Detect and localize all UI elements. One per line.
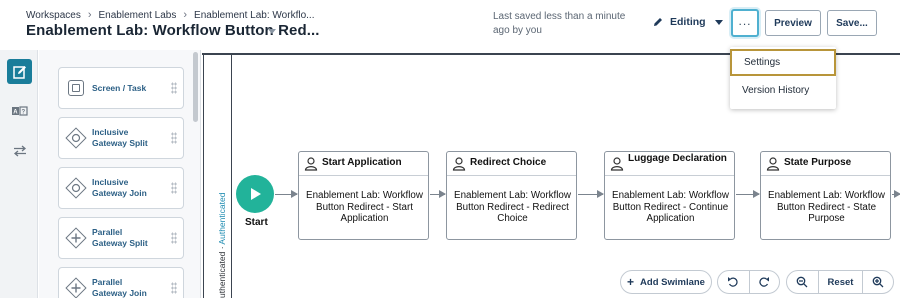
- user-task-icon: [766, 157, 780, 171]
- task-title: State Purpose: [784, 157, 852, 168]
- swap-arrows-icon: [13, 145, 26, 156]
- drag-handle-icon[interactable]: [171, 132, 177, 144]
- preview-button[interactable]: Preview: [765, 10, 821, 36]
- zoom-in-icon: [872, 276, 884, 288]
- palette-item-screen-task[interactable]: Screen / Task: [58, 67, 184, 109]
- task-node-luggage-declaration[interactable]: Luggage Declaration Enablement Lab: Work…: [604, 151, 735, 240]
- play-icon: [251, 188, 261, 200]
- saved-status: Last saved less than a minute ago by you: [493, 11, 626, 36]
- task-node-redirect-choice[interactable]: Redirect Choice Enablement Lab: Workflow…: [446, 151, 577, 240]
- palette-item-parallel-gateway-join[interactable]: Parallel Gateway Join: [58, 267, 184, 298]
- plus-icon: +: [627, 275, 635, 289]
- palette-item-label: Inclusive Gateway Split: [92, 127, 148, 148]
- mode-dropdown[interactable]: Editing: [652, 16, 723, 28]
- flow-arrow[interactable]: [578, 190, 604, 198]
- start-label: Start: [245, 217, 268, 228]
- palette-scrollbar[interactable]: [193, 52, 198, 122]
- start-node[interactable]: [236, 175, 274, 213]
- flow-arrow[interactable]: [736, 190, 760, 198]
- flow-arrow[interactable]: [275, 190, 298, 198]
- task-header: Start Application: [299, 152, 428, 176]
- inclusive-gateway-icon: [65, 177, 87, 199]
- flow-arrow[interactable]: [892, 190, 900, 198]
- add-swimlane-label: Add Swimlane: [640, 276, 705, 288]
- drag-handle-icon[interactable]: [171, 82, 177, 94]
- parallel-gateway-icon: [65, 227, 87, 249]
- edit-tool-button[interactable]: [7, 59, 32, 84]
- user-task-icon: [610, 157, 624, 171]
- component-palette: Screen / Task Inclusive Gateway Split In…: [39, 50, 201, 298]
- more-options-menu: Settings Version History: [730, 47, 836, 109]
- svg-text:A: A: [13, 109, 18, 115]
- task-description: Enablement Lab: Workflow Button Redirect…: [454, 190, 571, 224]
- translate-icon: A ?: [11, 105, 28, 116]
- zoom-out-button[interactable]: [787, 271, 818, 293]
- square-icon: [68, 80, 84, 96]
- caret-down-icon: [714, 19, 723, 25]
- palette-item-label: Screen / Task: [92, 83, 147, 93]
- task-header: Redirect Choice: [447, 152, 576, 176]
- zoom-out-icon: [796, 276, 808, 288]
- swimlane-label-separator: ·: [217, 244, 227, 250]
- swimlane-left-border: [203, 55, 204, 298]
- drag-handle-icon[interactable]: [171, 182, 177, 194]
- task-title: Redirect Choice: [470, 157, 547, 168]
- swimlane-label-prefix: uthenticated: [217, 251, 227, 298]
- palette-item-inclusive-gateway-split[interactable]: Inclusive Gateway Split: [58, 117, 184, 159]
- task-description: Enablement Lab: Workflow Button Redirect…: [306, 190, 423, 224]
- breadcrumb-current[interactable]: Enablement Lab: Workflo...: [194, 10, 314, 21]
- menu-item-version-history[interactable]: Version History: [730, 77, 836, 104]
- parallel-gateway-icon: [65, 277, 87, 298]
- palette-item-label: Parallel Gateway Join: [92, 277, 147, 298]
- ellipsis-icon: ...: [738, 13, 752, 28]
- palette-item-parallel-gateway-split[interactable]: Parallel Gateway Split: [58, 217, 184, 259]
- task-description: Enablement Lab: Workflow Button Redirect…: [768, 190, 885, 224]
- undo-redo-group: [717, 270, 780, 294]
- task-node-state-purpose[interactable]: State Purpose Enablement Lab: Workflow B…: [760, 151, 891, 240]
- redo-button[interactable]: [749, 271, 779, 293]
- drag-handle-icon[interactable]: [171, 232, 177, 244]
- swimlane-header-border: [231, 55, 232, 298]
- task-node-start-application[interactable]: Start Application Enablement Lab: Workfl…: [298, 151, 429, 240]
- breadcrumb: Workspaces › Enablement Labs › Enablemen…: [26, 9, 314, 21]
- breadcrumb-enablement-labs[interactable]: Enablement Labs: [99, 10, 177, 21]
- add-swimlane-button[interactable]: + Add Swimlane: [620, 270, 712, 294]
- drag-handle-icon[interactable]: [171, 282, 177, 294]
- menu-item-settings[interactable]: Settings: [730, 49, 836, 76]
- save-button[interactable]: Save...: [827, 10, 877, 36]
- task-description: Enablement Lab: Workflow Button Redirect…: [612, 190, 729, 224]
- inclusive-gateway-icon: [65, 127, 87, 149]
- user-task-icon: [304, 157, 318, 171]
- left-rail: A ?: [0, 50, 38, 298]
- more-options-button[interactable]: ...: [731, 9, 759, 37]
- breadcrumb-workspaces[interactable]: Workspaces: [26, 10, 81, 21]
- task-title: Luggage Declaration: [628, 153, 727, 164]
- swap-tool-button[interactable]: [7, 138, 32, 163]
- edit-icon: [12, 65, 26, 79]
- zoom-in-button[interactable]: [863, 271, 893, 293]
- task-header: State Purpose: [761, 152, 890, 176]
- zoom-controls: Reset: [786, 270, 894, 294]
- svg-text:?: ?: [21, 109, 25, 115]
- task-title: Start Application: [322, 157, 402, 168]
- redo-icon: [759, 277, 770, 287]
- user-task-icon: [452, 157, 466, 171]
- chevron-down-icon[interactable]: [268, 29, 276, 34]
- pencil-icon: [654, 18, 662, 26]
- undo-icon: [728, 277, 738, 287]
- undo-button[interactable]: [718, 271, 749, 293]
- chevron-right-icon: ›: [87, 9, 92, 21]
- swimlane-label-suffix: Authenticated: [217, 192, 227, 245]
- swimlane-label[interactable]: uthenticated · Authenticated: [217, 193, 227, 298]
- task-header: Luggage Declaration: [605, 152, 734, 176]
- app-header: Workspaces › Enablement Labs › Enablemen…: [0, 0, 900, 50]
- mode-label: Editing: [670, 16, 706, 28]
- translate-tool-button[interactable]: A ?: [7, 98, 32, 123]
- flow-arrow[interactable]: [430, 190, 446, 198]
- palette-item-inclusive-gateway-join[interactable]: Inclusive Gateway Join: [58, 167, 184, 209]
- zoom-reset-button[interactable]: Reset: [819, 271, 863, 293]
- palette-item-label: Parallel Gateway Split: [92, 227, 148, 248]
- palette-item-label: Inclusive Gateway Join: [92, 177, 147, 198]
- chevron-right-icon: ›: [183, 9, 188, 21]
